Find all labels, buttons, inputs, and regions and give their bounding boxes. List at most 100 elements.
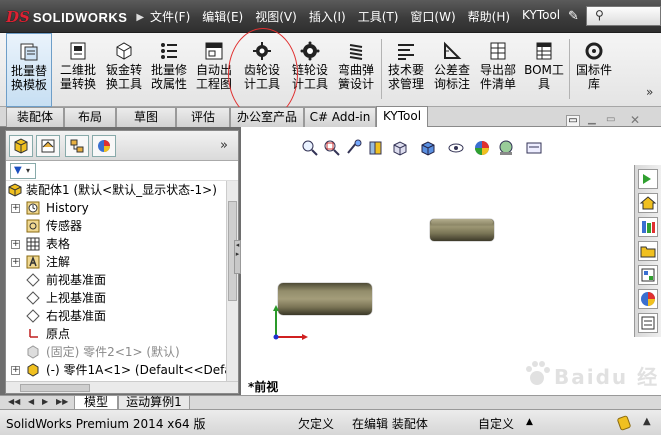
maximize-icon[interactable]: ▭ xyxy=(606,114,615,125)
version-text: SolidWorks Premium 2014 x64 版 xyxy=(6,417,206,431)
tree-vertical-scrollbar[interactable] xyxy=(226,181,238,381)
view-settings-icon[interactable] xyxy=(525,139,543,157)
tab-sketch[interactable]: 草图 xyxy=(116,107,176,127)
bottom-tabs: ◀◀ ◀ ▶ ▶▶ 模型 运动算例1 xyxy=(0,395,661,410)
menu-kytool[interactable]: KYTool xyxy=(522,8,560,26)
tree-item-label: 前视基准面 xyxy=(46,273,107,287)
menu-file[interactable]: 文件(F) xyxy=(150,8,190,26)
section-view-icon[interactable] xyxy=(367,139,385,157)
zoom-to-fit-icon[interactable] xyxy=(301,139,319,157)
units-dropdown-icon[interactable]: ▲ xyxy=(526,417,533,427)
expand-icon[interactable]: + xyxy=(11,366,20,375)
tolerance-query-button[interactable]: 公差查 询标注 xyxy=(430,33,474,107)
baidu-watermark: Baidu 经验 xyxy=(520,355,660,418)
part-icon xyxy=(27,363,39,377)
first-tab-icon[interactable]: ◀◀ xyxy=(8,397,20,406)
previous-view-icon[interactable] xyxy=(345,139,363,157)
view-orientation-icon[interactable] xyxy=(391,139,409,157)
tab-motion-study-1[interactable]: 运动算例1 xyxy=(118,396,190,410)
panel-splitter-handle[interactable]: ◂ ▸ xyxy=(234,240,241,274)
configuration-icon xyxy=(70,139,84,153)
last-tab-icon[interactable]: ▶▶ xyxy=(56,397,68,406)
design-library-icon[interactable] xyxy=(638,217,658,237)
feature-tree-tab[interactable] xyxy=(9,135,33,157)
search-icon: ⚲ xyxy=(595,8,604,22)
hide-show-items-icon[interactable] xyxy=(447,139,465,157)
auto-drawing-button[interactable]: 自动出 工程图 xyxy=(192,33,236,107)
expand-icon[interactable]: + xyxy=(11,204,20,213)
display-style-icon[interactable] xyxy=(419,139,437,157)
resources-icon[interactable] xyxy=(638,169,658,189)
filter-button[interactable]: ▼ ▾ xyxy=(10,163,36,179)
home-icon[interactable] xyxy=(638,193,658,213)
export-parts-list-button[interactable]: 导出部 件清单 xyxy=(476,33,520,107)
custom-properties-icon[interactable] xyxy=(638,313,658,333)
command-manager: 批量替 换模板 二维批 量转换 钣金转 换工具 批量修 改属性 自动出 工程图 … xyxy=(0,33,661,107)
zoom-to-area-icon[interactable] xyxy=(323,139,341,157)
tech-requirements-button[interactable]: 技术要 求管理 xyxy=(384,33,428,107)
bent-spring-design-button[interactable]: 弯曲弹 簧设计 xyxy=(334,33,378,107)
file-explorer-icon[interactable] xyxy=(638,241,658,261)
command-tabs: 装配体 布局 草图 评估 办公室产品 C# Add-in KYTool xyxy=(0,106,661,128)
configuration-manager-tab[interactable] xyxy=(65,135,89,157)
status-expand-icon[interactable]: ▲ xyxy=(643,416,651,427)
property-manager-tab[interactable] xyxy=(36,135,60,157)
tab-kytool[interactable]: KYTool xyxy=(376,106,428,128)
plane-icon xyxy=(26,291,40,305)
command-label: 公差查 询标注 xyxy=(433,63,470,91)
next-tab-icon[interactable]: ▶ xyxy=(42,397,48,406)
tab-evaluate[interactable]: 评估 xyxy=(176,107,230,127)
batch-modify-properties-button[interactable]: 批量修 改属性 xyxy=(148,33,190,107)
menu-window[interactable]: 窗口(W) xyxy=(410,8,455,26)
tooltip-help-icon[interactable] xyxy=(617,415,631,431)
tab-layout[interactable]: 布局 xyxy=(64,107,116,127)
bom-tool-button[interactable]: BOM工 具 xyxy=(522,33,566,107)
search-help-box[interactable]: ⚲ xyxy=(586,6,661,26)
expand-icon[interactable]: + xyxy=(11,240,20,249)
menu-help[interactable]: 帮助(H) xyxy=(468,8,510,26)
more-commands-icon[interactable]: » xyxy=(646,85,653,99)
view-palette-icon[interactable] xyxy=(638,265,658,285)
gear-design-tool-button[interactable]: 齿轮设 计工具 xyxy=(240,33,284,107)
chevron-down-icon: ▾ xyxy=(26,166,31,175)
display-manager-icon xyxy=(98,140,110,152)
sheetmetal-icon xyxy=(116,42,132,60)
units-selector[interactable]: 自定义 xyxy=(478,415,514,432)
apply-scene-icon[interactable] xyxy=(497,139,515,157)
menu-insert[interactable]: 插入(I) xyxy=(309,8,346,26)
menu-view[interactable]: 视图(V) xyxy=(255,8,297,26)
pin-icon[interactable]: ✎ xyxy=(568,9,579,24)
expand-icon[interactable]: + xyxy=(11,258,20,267)
edit-appearance-icon[interactable] xyxy=(473,139,491,157)
restore-icon[interactable]: ▭ xyxy=(566,115,580,127)
batch-replace-template-button[interactable]: 批量替 换模板 xyxy=(6,33,52,107)
sprocket-icon xyxy=(300,41,320,61)
menu-edit[interactable]: 编辑(E) xyxy=(202,8,243,26)
sprocket-design-tool-button[interactable]: 链轮设 计工具 xyxy=(288,33,332,107)
expand-panel-icon[interactable]: » xyxy=(220,138,228,153)
close-icon[interactable]: ✕ xyxy=(630,113,640,127)
properties-icon xyxy=(161,43,177,59)
tab-assembly[interactable]: 装配体 xyxy=(6,107,64,127)
sheetmetal-convert-button[interactable]: 钣金转 换工具 xyxy=(102,33,146,107)
tab-csharp-addin[interactable]: C# Add-in xyxy=(304,107,376,127)
display-manager-tab[interactable] xyxy=(92,135,116,157)
menu-tools[interactable]: 工具(T) xyxy=(358,8,399,26)
minimize-icon[interactable]: ▁ xyxy=(588,114,596,125)
toolbar-separator xyxy=(569,39,570,99)
prev-tab-icon[interactable]: ◀ xyxy=(28,397,34,406)
appearances-icon[interactable] xyxy=(638,289,658,309)
standard-parts-library-button[interactable]: 国标件 库 xyxy=(572,33,616,107)
command-label: 钣金转 换工具 xyxy=(105,63,142,91)
logo-arrow-icon[interactable]: ▶ xyxy=(136,12,144,23)
feature-tree: 装配体1 (默认<默认_显示状态-1>) + History 传感器 + 表格 … xyxy=(6,181,226,395)
part-1a-model[interactable] xyxy=(430,219,494,241)
scrollbar-thumb[interactable] xyxy=(20,384,90,392)
solidworks-logo[interactable]: DS SOLIDWORKS ▶ xyxy=(6,6,144,28)
definition-state: 欠定义 xyxy=(298,417,335,431)
tab-model[interactable]: 模型 xyxy=(74,396,118,410)
origin-icon xyxy=(29,329,38,338)
tab-office-products[interactable]: 办公室产品 xyxy=(230,107,304,127)
2d-batch-convert-button[interactable]: 二维批 量转换 xyxy=(56,33,100,107)
tree-horizontal-scrollbar[interactable] xyxy=(6,381,238,393)
